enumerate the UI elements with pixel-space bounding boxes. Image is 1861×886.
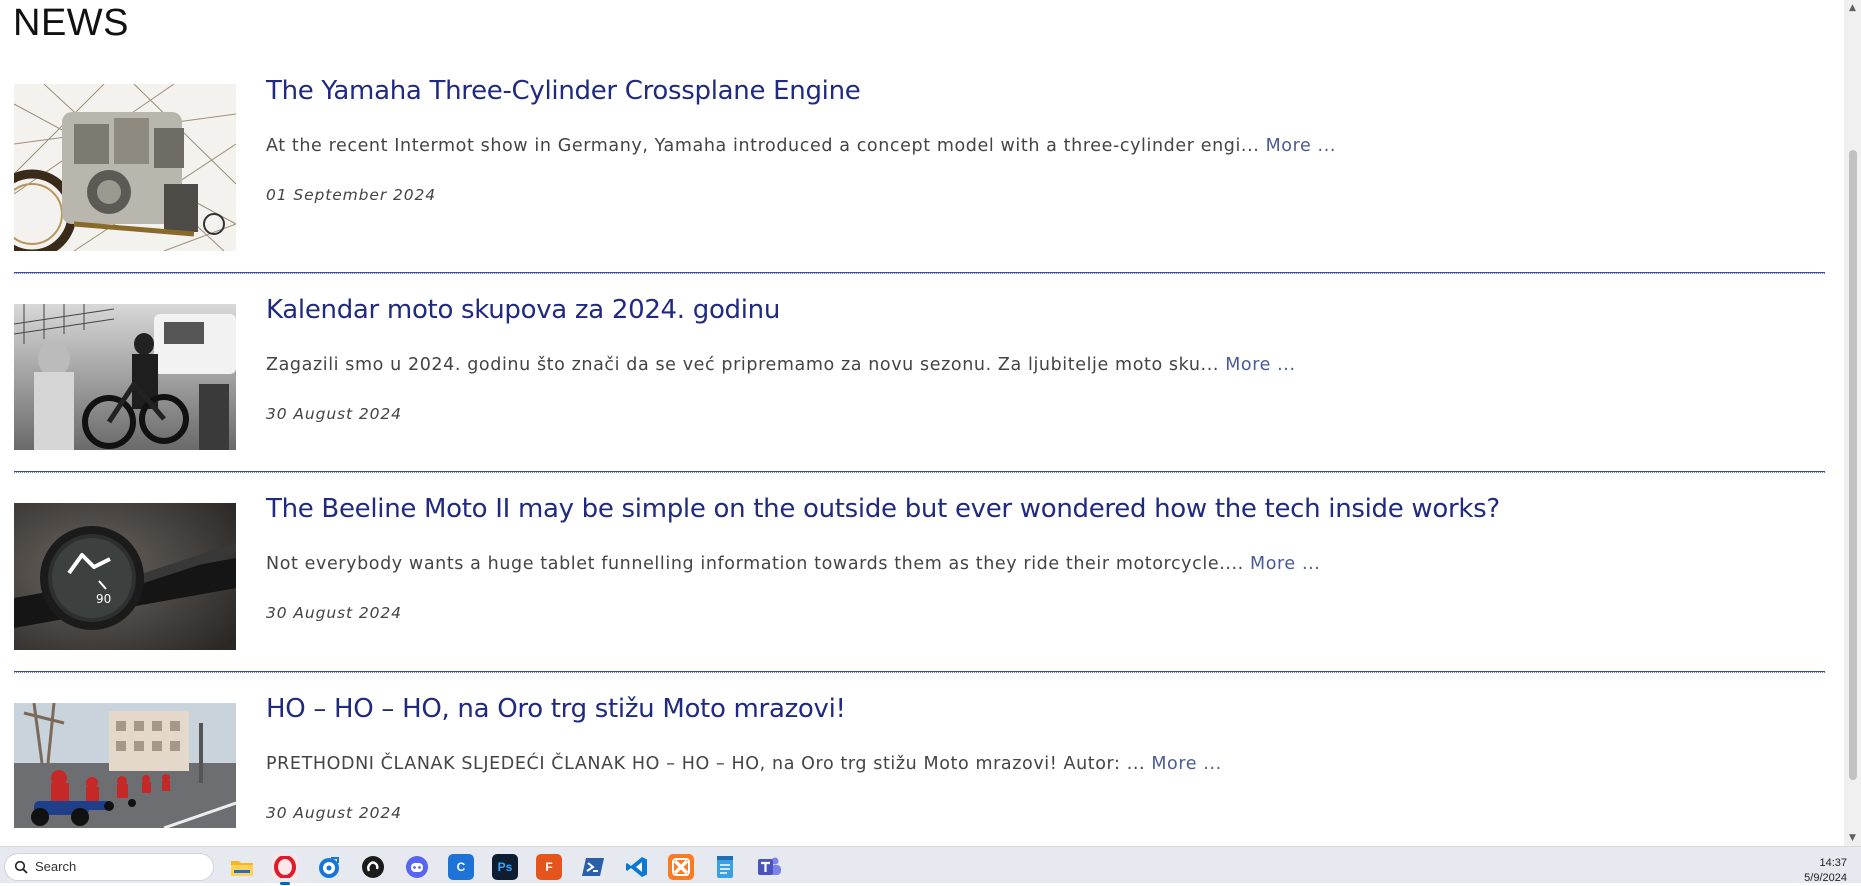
filezilla-icon[interactable]: F <box>536 854 562 880</box>
article-thumbnail-device[interactable]: 90 <box>14 503 236 650</box>
xampp-icon[interactable] <box>668 854 694 880</box>
article-date: 30 August 2024 <box>266 804 402 822</box>
excerpt-text: At the recent Intermot show in Germany, … <box>266 136 1260 156</box>
clock-date: 5/9/2024 <box>1804 872 1847 884</box>
device-reading: 90 <box>96 592 111 606</box>
article-date: 30 August 2024 <box>266 604 402 622</box>
search-placeholder: Search <box>35 859 77 874</box>
article-title[interactable]: Kalendar moto skupova za 2024. godinu <box>266 295 780 325</box>
excerpt-text: Not everybody wants a huge tablet funnel… <box>266 554 1244 574</box>
meeting-photo <box>14 304 236 450</box>
excerpt-text: Zagazili smo u 2024. godinu što znači da… <box>266 355 1220 375</box>
photoshop-icon[interactable]: Ps <box>492 854 518 880</box>
article-excerpt: At the recent Intermot show in Germany, … <box>266 136 1336 156</box>
more-link[interactable]: More ... <box>1225 355 1295 375</box>
navigator-photo: 90 <box>14 503 236 650</box>
search-icon <box>14 860 28 874</box>
more-link[interactable]: More ... <box>1266 136 1336 156</box>
article-separator <box>14 671 1825 673</box>
file-explorer-icon[interactable] <box>229 854 255 880</box>
scrollbar-thumb[interactable] <box>1849 150 1857 780</box>
more-link[interactable]: More ... <box>1151 754 1221 774</box>
vertical-scrollbar[interactable]: ▲ ▼ <box>1844 0 1861 846</box>
article-excerpt: Zagazili smo u 2024. godinu što znači da… <box>266 355 1296 375</box>
windows-taskbar: Search C Ps F 14:37 5/9/2024 <box>0 846 1861 885</box>
disk-utility-icon[interactable] <box>316 854 342 880</box>
santa-riders-photo <box>14 703 236 828</box>
opera-browser-icon[interactable] <box>272 854 298 885</box>
c-app-icon[interactable]: C <box>448 854 474 880</box>
taskbar-search[interactable]: Search <box>4 853 214 881</box>
github-icon[interactable] <box>360 854 386 880</box>
powershell-icon[interactable] <box>580 854 606 880</box>
article-excerpt: Not everybody wants a huge tablet funnel… <box>266 554 1320 574</box>
article-excerpt: PRETHODNI ČLANAK SLJEDEĆI ČLANAK HO – HO… <box>266 754 1222 774</box>
article-date: 01 September 2024 <box>266 186 436 204</box>
engine-illustration <box>14 84 236 251</box>
excerpt-text: PRETHODNI ČLANAK SLJEDEĆI ČLANAK HO – HO… <box>266 754 1146 774</box>
article-separator <box>14 471 1825 473</box>
scroll-up-arrow[interactable]: ▲ <box>1844 0 1861 16</box>
clock-time: 14:37 <box>1819 857 1847 869</box>
article-thumbnail-santa-riders[interactable] <box>14 703 236 828</box>
article-title[interactable]: The Yamaha Three-Cylinder Crossplane Eng… <box>266 76 861 106</box>
vscode-icon[interactable] <box>624 854 650 880</box>
scroll-down-arrow[interactable]: ▼ <box>1844 830 1861 846</box>
discord-icon[interactable] <box>404 854 430 880</box>
teams-icon[interactable] <box>756 854 782 880</box>
article-title[interactable]: The Beeline Moto II may be simple on the… <box>266 494 1500 524</box>
notepad-icon[interactable] <box>712 854 738 880</box>
article-thumbnail-meeting[interactable] <box>14 304 236 450</box>
news-page: NEWS The Yamaha Three-Cylinder Crossplan… <box>0 0 1844 846</box>
more-link[interactable]: More ... <box>1250 554 1320 574</box>
article-separator <box>14 272 1825 274</box>
article-title[interactable]: HO – HO – HO, na Oro trg stižu Moto mraz… <box>266 694 846 724</box>
article-date: 30 August 2024 <box>266 405 402 423</box>
page-title: NEWS <box>13 2 129 44</box>
article-thumbnail-engine[interactable] <box>14 84 236 251</box>
